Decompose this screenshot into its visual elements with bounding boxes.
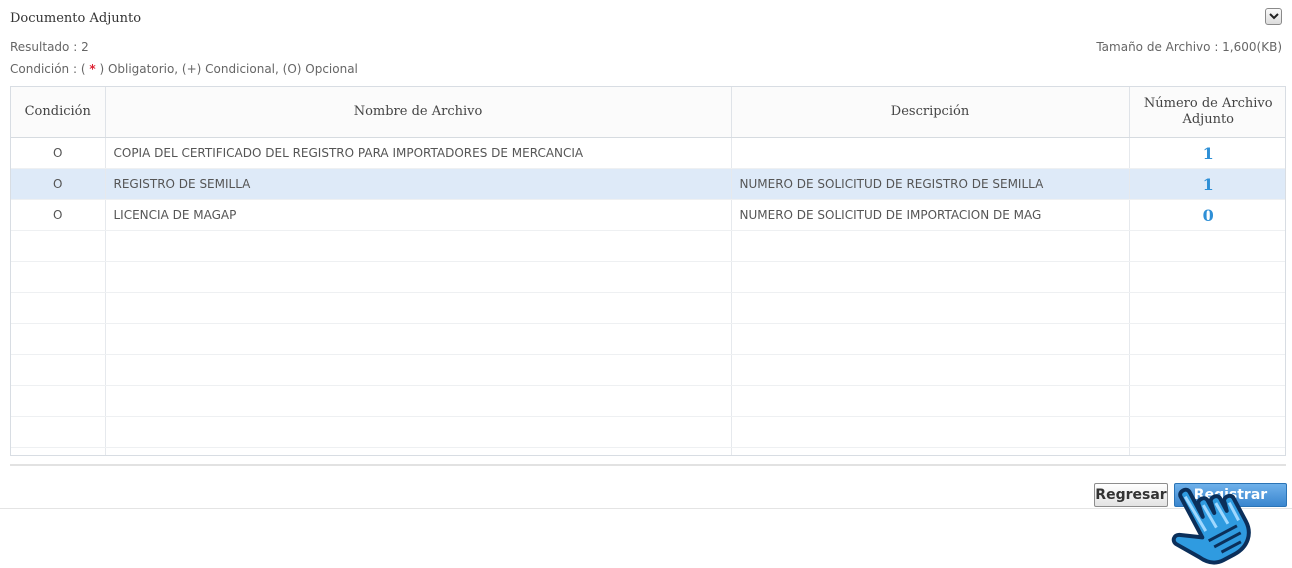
condition-legend: Condición : ( * ) Obligatorio, (+) Condi… (10, 62, 358, 76)
empty-row (11, 354, 1285, 386)
footer-divider (0, 508, 1292, 509)
header-condition: Condición (11, 87, 106, 138)
empty-row (11, 292, 1285, 324)
empty-row (11, 416, 1285, 448)
empty-row (11, 385, 1285, 417)
empty-row (11, 261, 1285, 293)
table-row-selected[interactable]: O REGISTRO DE SEMILLA NUMERO DE SOLICITU… (11, 168, 1285, 200)
table-row[interactable]: O LICENCIA DE MAGAP NUMERO DE SOLICITUD … (11, 199, 1285, 231)
divider (10, 464, 1286, 466)
condition-legend-prefix: Condición : ( (10, 62, 86, 76)
empty-row (11, 323, 1285, 355)
collapse-toggle-button[interactable] (1265, 8, 1282, 25)
row-file-name: REGISTRO DE SEMILLA (105, 168, 732, 200)
result-count: Resultado : 2 (10, 40, 89, 54)
condition-legend-suffix: ) Obligatorio, (+) Condicional, (O) Opci… (99, 62, 358, 76)
row-description: NUMERO DE SOLICITUD DE REGISTRO DE SEMIL… (731, 168, 1130, 200)
row-attachment-count-link[interactable]: 1 (1129, 168, 1285, 200)
file-size-limit: Tamaño de Archivo : 1,600(KB) (1096, 40, 1282, 54)
row-file-name: COPIA DEL CERTIFICADO DEL REGISTRO PARA … (105, 137, 732, 169)
row-attachment-count-link[interactable]: 1 (1129, 137, 1285, 169)
header-attachment-count: Número de Archivo Adjunto (1129, 87, 1285, 138)
row-condition: O (11, 168, 106, 200)
empty-row (11, 447, 1285, 455)
hand-pointer-cursor-icon (1171, 487, 1251, 565)
row-description (731, 137, 1130, 169)
row-file-name: LICENCIA DE MAGAP (105, 199, 732, 231)
header-file-name: Nombre de Archivo (105, 87, 732, 138)
table-header-row: Condición Nombre de Archivo Descripción … (11, 87, 1285, 138)
header-description: Descripción (731, 87, 1130, 138)
section-title: Documento Adjunto (10, 11, 142, 26)
row-description: NUMERO DE SOLICITUD DE IMPORTACION DE MA… (731, 199, 1130, 231)
table-row[interactable]: O COPIA DEL CERTIFICADO DEL REGISTRO PAR… (11, 137, 1285, 169)
empty-row (11, 230, 1285, 262)
chevron-down-icon (1268, 13, 1279, 20)
row-attachment-count-link[interactable]: 0 (1129, 199, 1285, 231)
attachments-table: Condición Nombre de Archivo Descripción … (10, 86, 1286, 456)
row-condition: O (11, 199, 106, 231)
row-condition: O (11, 137, 106, 169)
required-star: * (89, 62, 96, 76)
